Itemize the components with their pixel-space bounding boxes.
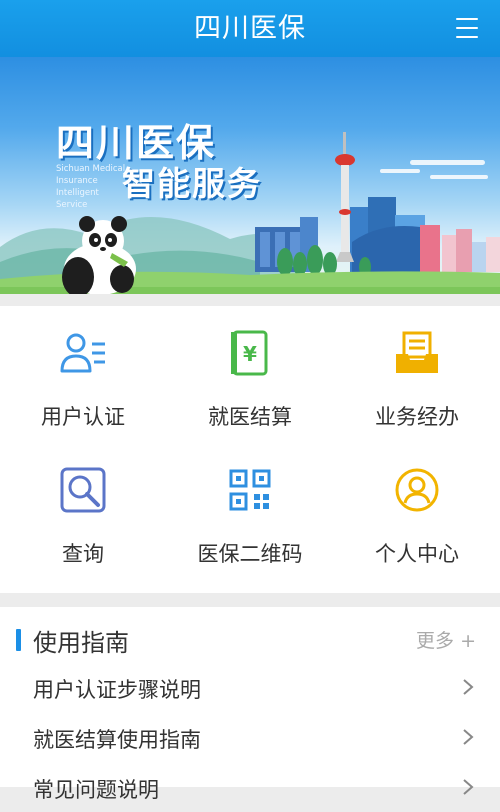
svg-text:¥: ¥ xyxy=(243,342,257,366)
section-accent-bar xyxy=(16,629,21,651)
guide-item-label: 常见问题说明 xyxy=(33,778,159,802)
section-divider xyxy=(0,294,500,306)
service-label: 查询 xyxy=(62,542,104,566)
guide-item-label: 用户认证步骤说明 xyxy=(33,678,201,702)
app-header: 四川医保 xyxy=(0,0,500,57)
chevron-right-icon xyxy=(463,679,474,695)
guide-list-item[interactable]: 就医结算使用指南 xyxy=(0,712,500,762)
banner-english-line: Sichuan Medical xyxy=(56,164,126,174)
guide-title: 使用指南 xyxy=(33,629,129,657)
service-label: 用户认证 xyxy=(41,405,125,429)
banner-subtitle: 智能服务 xyxy=(122,164,262,203)
service-business-handling[interactable]: 业务经办 xyxy=(334,306,500,446)
person-circle-icon xyxy=(395,468,439,512)
service-label: 业务经办 xyxy=(375,405,459,429)
chevron-right-icon xyxy=(463,779,474,795)
service-qr-code[interactable]: 医保二维码 xyxy=(167,443,333,583)
section-divider xyxy=(0,593,500,607)
banner-english-line: Insurance xyxy=(56,176,98,186)
more-link[interactable]: 更多 + xyxy=(416,626,476,653)
service-grid: 用户认证 ¥ 就医结算 业务经办 查询 医保二维码 个人中心 xyxy=(0,306,500,593)
service-label: 个人中心 xyxy=(375,542,459,566)
guide-list-item[interactable]: 常见问题说明 xyxy=(0,762,500,812)
magnifier-icon xyxy=(60,467,106,513)
chevron-right-icon xyxy=(463,729,474,745)
app-title: 四川医保 xyxy=(194,13,306,44)
banner-english-line: Intelligent Service xyxy=(56,188,99,210)
service-label: 就医结算 xyxy=(208,405,292,429)
qr-code-icon xyxy=(229,469,271,511)
service-personal-center[interactable]: 个人中心 xyxy=(334,443,500,583)
service-label: 医保二维码 xyxy=(197,542,303,566)
menu-icon[interactable] xyxy=(456,16,478,40)
guide-list-item[interactable]: 用户认证步骤说明 xyxy=(0,662,500,712)
guide-item-label: 就医结算使用指南 xyxy=(33,728,201,752)
promo-banner[interactable]: 四川医保 Sichuan Medical Insurance Intellige… xyxy=(0,57,500,294)
user-list-icon xyxy=(60,333,105,373)
usage-guide-section: 使用指南 更多 + 用户认证步骤说明 就医结算使用指南 常见问题说明 xyxy=(0,607,500,802)
ledger-icon: ¥ xyxy=(231,330,268,376)
banner-english: Sichuan Medical Insurance Intelligent Se… xyxy=(56,163,126,211)
service-user-auth[interactable]: 用户认证 xyxy=(0,306,166,446)
service-medical-settlement[interactable]: ¥ 就医结算 xyxy=(167,306,333,446)
service-query[interactable]: 查询 xyxy=(0,443,166,583)
inbox-icon xyxy=(396,331,438,373)
